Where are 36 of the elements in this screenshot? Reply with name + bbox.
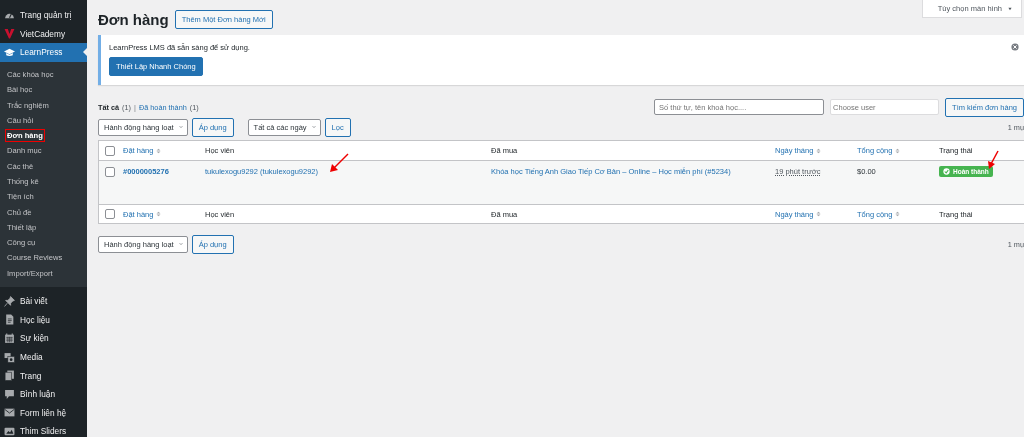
sidebar-item[interactable]: VietCademy [0,24,87,44]
sidebar-item[interactable]: Trang quản trị [0,6,87,25]
sidebar-item[interactable]: Bình luận [0,384,87,404]
chevron-icon [177,242,184,246]
check-circle-icon [943,168,950,175]
sidebar-item[interactable]: Thim Sliders [0,422,87,437]
graduation-cap-icon [4,47,15,58]
chevron-icon [310,125,317,129]
media-icon [4,351,15,363]
sort-icon [156,146,162,155]
row-checkbox[interactable] [105,167,115,177]
pushpin-icon [4,295,15,307]
sort-icon [895,210,901,218]
caret-icon [1007,6,1013,11]
v-logo-icon [4,28,15,40]
chevron-icon [177,125,184,129]
document-icon [4,314,15,326]
sort-icon [895,146,901,155]
calendar-icon [4,332,15,344]
page-title: Đơn hàng [98,10,169,28]
sidebar-item[interactable]: Trang [0,366,87,385]
sidebar-item[interactable]: Bài viết [0,291,87,311]
speech-bubble-icon [4,388,15,400]
sidebar-item[interactable]: Media [0,347,87,367]
dismiss-icon[interactable] [1011,43,1019,51]
select-all-checkbox[interactable] [105,209,115,219]
sidebar-item[interactable]: LearnPress [0,43,87,62]
sort-icon [156,210,162,218]
pages-icon [4,370,15,382]
sidebar-item[interactable]: Form liên hệ [0,403,87,423]
sort-icon [816,210,822,218]
sidebar-item[interactable]: Học liệu [0,310,87,330]
sort-icon [816,146,822,155]
select-all-checkbox[interactable] [105,145,115,156]
sidebar-item[interactable]: Sự kiện [0,329,87,348]
envelope-icon [4,407,15,419]
